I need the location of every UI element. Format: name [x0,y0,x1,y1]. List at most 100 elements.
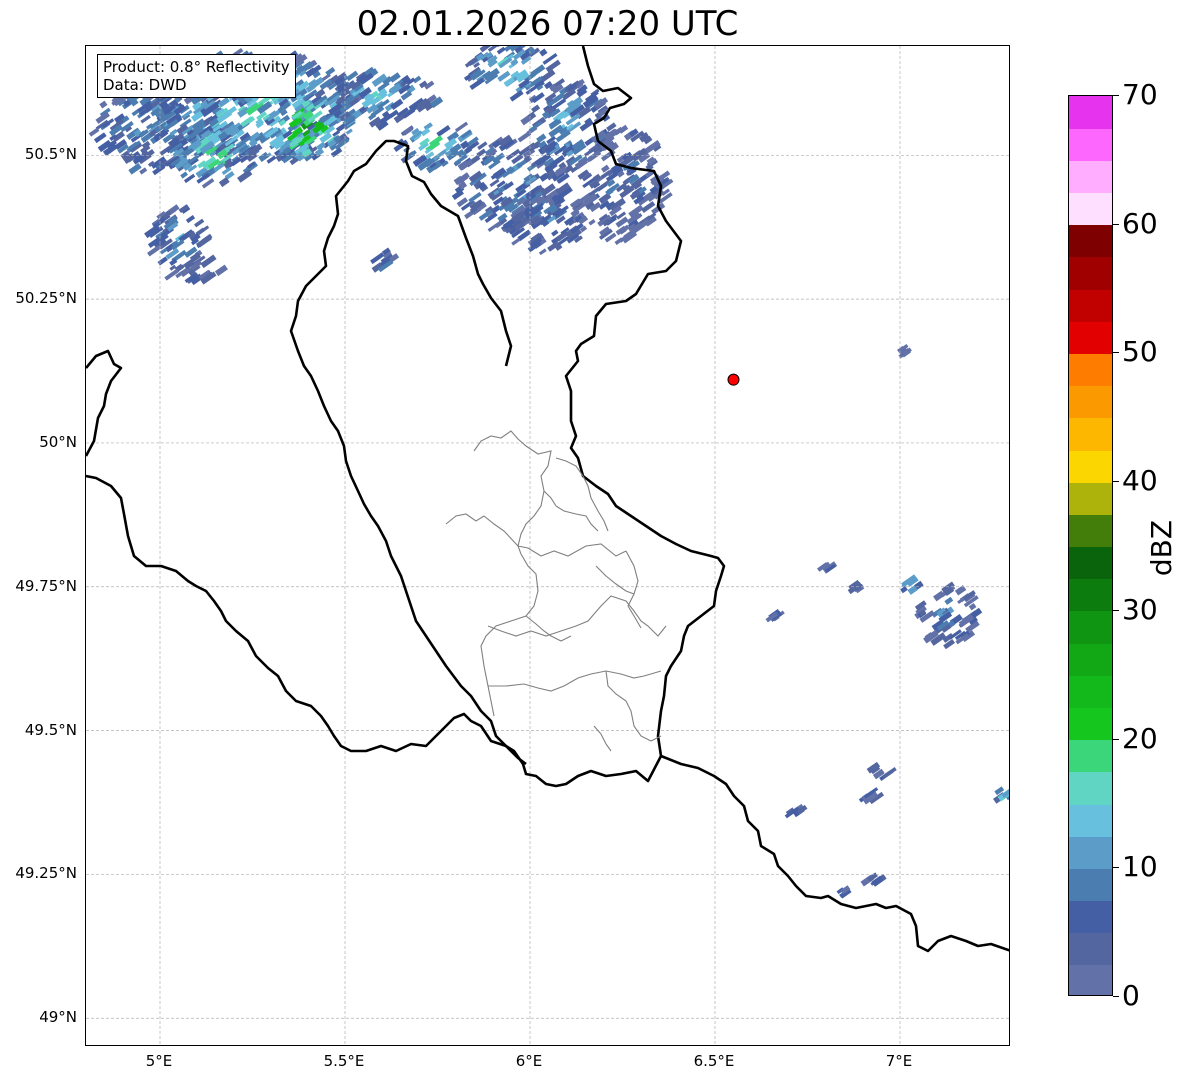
longitude-tick-label: 6°E [515,1052,543,1070]
radar-echo-cell [836,885,852,899]
colorbar-segment [1069,964,1112,995]
colorbar-tick-label: 40 [1122,464,1158,498]
echo-pixel [588,219,596,226]
colorbar-segment [1069,417,1112,451]
echo-pixel [539,48,548,57]
colorbar-segment [1069,321,1112,355]
data-source-label: Data: DWD [103,76,187,94]
colorbar-segment [1069,289,1112,322]
echo-pixel [517,131,532,143]
border-belgium-france [86,474,663,788]
canton-border-5 [487,595,667,637]
radar-map[interactable] [86,46,1010,1046]
echo-pixel [432,149,447,161]
colorbar-tick-label: 50 [1122,335,1158,369]
echo-pixel [454,121,469,133]
longitude-tick-label: 7°E [885,1052,913,1070]
radar-echo-cell [897,343,912,359]
radar-echo-cell [858,787,885,805]
colorbar-tick-label: 60 [1122,206,1158,240]
radar-echo-cell [370,247,400,273]
radar-echo-cell [765,609,785,623]
canton-border-3 [445,513,627,557]
canton-border-6 [525,615,572,642]
radar-echo-cell [900,574,924,595]
colorbar-segment [1069,353,1112,387]
colorbar-segment [1069,578,1112,612]
colorbar-tick-mark [1113,738,1119,740]
echo-pixel [88,127,100,137]
border-netherlands-belgium [86,349,123,457]
colorbar-tick-label: 10 [1122,850,1158,884]
colorbar-segment [1069,675,1112,708]
colorbar-segment [1069,900,1112,934]
radar-echo-cell [817,561,838,574]
colorbar-tick-label: 30 [1122,592,1158,626]
colorbar-tick-mark [1113,352,1119,354]
echo-pixel [128,163,142,175]
echo-pixel [402,126,414,136]
colorbar-segment [1069,546,1112,580]
map-title: 02.01.2026 07:20 UTC [356,4,739,44]
product-label: Product: 0.8° Reflectivity [103,58,290,76]
radar-echo-cell [993,786,1009,804]
colorbar-segment [1069,932,1112,966]
colorbar-segment [1069,868,1112,902]
echo-pixel [157,256,168,266]
echo-pixel [180,171,188,179]
colorbar-segment [1069,449,1112,483]
luxembourg-canton-borders [445,430,667,752]
echo-pixel [944,596,954,605]
echo-pixel [93,132,107,144]
product-info-box: Product: 0.8° Reflectivity Data: DWD [97,54,296,98]
latitude-tick-label: 50.5°N [24,145,77,164]
echo-pixel [436,125,451,137]
radar-echo-cell [784,803,808,819]
colorbar-tick-mark [1113,609,1119,611]
echo-pixel [477,141,488,150]
colorbar-tick-mark [1113,481,1119,483]
canton-border-12 [593,725,612,752]
latitude-tick-label: 49.5°N [24,720,77,739]
colorbar-segment [1069,192,1112,226]
canton-border-8 [595,565,635,595]
colorbar-tick-label: 20 [1122,721,1158,755]
longitude-tick-label: 6.5°E [693,1052,735,1070]
latitude-tick-label: 50°N [39,432,77,451]
radar-echo-cell [914,581,983,650]
echo-pixel [538,248,547,256]
colorbar-segment [1069,739,1112,773]
latitude-tick-label: 49.75°N [15,576,77,595]
colorbar-segment [1069,771,1112,805]
echo-pixel [99,100,108,109]
colorbar-segment [1069,803,1112,837]
echo-pixel [345,128,353,135]
latitude-tick-label: 50.25°N [15,289,77,308]
colorbar-tick-mark [1113,223,1119,225]
echo-pixel [496,46,507,48]
longitude-tick-label: 5°E [145,1052,173,1070]
colorbar-segment [1069,385,1112,419]
border-france-germany [660,754,1009,953]
canton-border-1 [473,430,552,555]
echo-pixel [496,46,506,55]
echo-pixel [551,229,559,237]
map-plot-area[interactable] [85,45,1010,1046]
colorbar-tick-label: 0 [1122,979,1140,1012]
longitude-tick-label: 5.5°E [323,1052,365,1070]
colorbar-segment [1069,160,1112,194]
latitude-tick-label: 49.25°N [15,864,77,883]
canton-border-7 [488,670,662,692]
colorbar-segment [1069,256,1112,290]
radar-echo-cell [517,78,617,178]
radar-site-marker [727,373,740,386]
echo-pixel [390,98,404,110]
echo-pixel [531,104,541,113]
colorbar-unit-label: dBZ [1145,519,1178,577]
colorbar-tick-mark [1113,95,1119,96]
radar-echo-cell [866,761,897,781]
radar-echo-cell [463,46,561,102]
colorbar-tick-label: 70 [1122,78,1158,111]
echo-pixel [196,225,210,236]
canton-border-10 [543,490,599,532]
